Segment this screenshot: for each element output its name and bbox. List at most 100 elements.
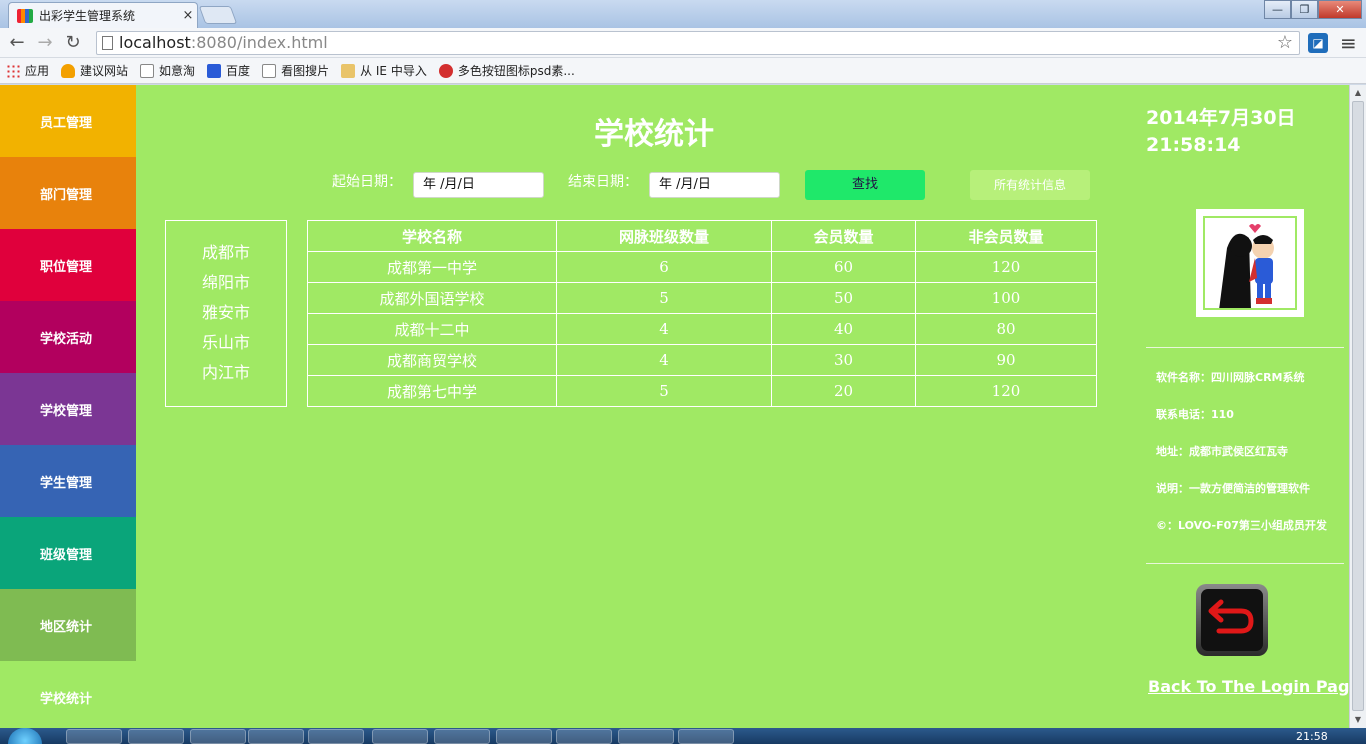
folder-icon [341,63,356,78]
taskbar-app[interactable] [678,729,734,744]
cell-school-name: 成都外国语学校 [307,282,557,314]
browser-tab[interactable]: 出彩学生管理系统 × [8,2,198,28]
table-row: 成都商贸学校 4 30 90 [307,344,1097,376]
bookmark-label: 应用 [25,64,50,78]
sidebar-item-label: 地区统计 [40,619,93,635]
browser-menu-icon[interactable]: ≡ [1340,31,1357,55]
taskbar-app[interactable] [128,729,184,744]
taskbar-app-chrome[interactable] [248,729,304,744]
taskbar-app[interactable] [496,729,552,744]
address-bar[interactable]: localhost:8080/index.html ☆ [96,31,1300,55]
sidebar-item-department[interactable]: 部门管理 [0,157,136,229]
cell-member-count: 40 [771,313,916,345]
bookmark-apps[interactable]: 应用 [6,62,49,79]
window-controls: — ❐ ✕ [1264,0,1362,19]
back-arrow-icon[interactable]: ← [6,32,28,54]
sidebar: 员工管理 部门管理 职位管理 学校活动 学校管理 学生管理 班级管理 地区统计 … [0,85,136,728]
table-row: 成都十二中 4 40 80 [307,313,1097,345]
taskbar-app[interactable] [372,729,428,744]
taskbar-app[interactable] [556,729,612,744]
city-item[interactable]: 绵阳市 [166,269,286,299]
sidebar-item-position[interactable]: 职位管理 [0,229,136,301]
cell-school-name: 成都第七中学 [307,375,557,407]
maximize-button[interactable]: ❐ [1291,0,1318,19]
bookmark-ie-import[interactable]: 从 IE 中导入 [341,62,427,79]
city-list: 成都市 绵阳市 雅安市 乐山市 内江市 [165,220,287,407]
table-row: 成都第七中学 5 20 120 [307,375,1097,407]
cell-member-count: 20 [771,375,916,407]
bookmark-ruyitao[interactable]: 如意淘 [140,62,195,79]
minimize-button[interactable]: — [1264,0,1291,19]
bookmark-star-icon[interactable]: ☆ [1277,32,1293,54]
info-phone: 联系电话：110 [1156,408,1234,421]
info-description: 说明：一款方便简洁的管理软件 [1156,482,1310,495]
os-taskbar: 21:58 [0,728,1366,744]
city-item[interactable]: 雅安市 [166,299,286,329]
start-date-label: 起始日期： [332,174,402,190]
taskbar-app[interactable] [190,729,246,744]
start-date-input[interactable]: 年 /月/日 [413,172,544,198]
taskbar-app[interactable] [434,729,490,744]
end-date-label: 结束日期： [568,174,638,190]
back-to-login-link[interactable]: Back To The Login Page [1148,677,1360,696]
city-item[interactable]: 内江市 [166,359,286,389]
new-tab-button[interactable] [198,6,238,24]
cell-class-count: 4 [556,344,772,376]
sidebar-item-label: 员工管理 [40,115,93,131]
sidebar-item-label: 班级管理 [40,547,93,563]
extension-icon[interactable]: ◪ [1308,33,1328,53]
taskbar-app[interactable] [308,729,364,744]
sidebar-item-label: 部门管理 [40,187,93,203]
bookmark-suggested[interactable]: 建议网站 [61,62,128,79]
paw-icon [207,63,222,78]
all-stats-button[interactable]: 所有统计信息 [970,170,1090,200]
sidebar-item-school-activity[interactable]: 学校活动 [0,301,136,373]
cell-nonmember-count: 120 [915,375,1097,407]
apps-icon [6,63,20,78]
city-item[interactable]: 成都市 [166,239,286,269]
scroll-thumb[interactable] [1352,101,1364,711]
bookmark-image-search[interactable]: 看图搜片 [262,62,329,79]
divider [1146,347,1344,348]
taskbar-clock: 21:58 [1296,730,1328,743]
scroll-up-arrow-icon[interactable]: ▲ [1352,87,1364,99]
bookmark-label: 建议网站 [80,64,129,78]
vertical-scrollbar[interactable]: ▲ ▼ [1349,85,1366,728]
browser-toolbar: ← → ↻ localhost:8080/index.html ☆ [0,28,1366,58]
close-window-button[interactable]: ✕ [1318,0,1362,19]
sidebar-item-class[interactable]: 班级管理 [0,517,136,589]
cartoon-kiss-icon [1219,224,1274,308]
cell-nonmember-count: 90 [915,344,1097,376]
sidebar-item-region-stats[interactable]: 地区统计 [0,589,136,661]
cell-school-name: 成都十二中 [307,313,557,345]
sidebar-item-student[interactable]: 学生管理 [0,445,136,517]
tab-close-icon[interactable]: × [179,8,197,23]
bookmark-label: 多色按钮图标psd素... [457,64,575,78]
cell-school-name: 成都第一中学 [307,251,557,283]
table-header-row: 学校名称 网脉班级数量 会员数量 非会员数量 [307,220,1097,252]
url-path: :8080/index.html [190,33,328,52]
sidebar-item-staff[interactable]: 员工管理 [0,85,136,157]
cell-member-count: 60 [771,251,916,283]
school-stats-table: 学校名称 网脉班级数量 会员数量 非会员数量 成都第一中学 6 60 120 成… [307,220,1097,407]
search-button[interactable]: 查找 [805,170,925,200]
cell-nonmember-count: 100 [915,282,1097,314]
reload-icon[interactable]: ↻ [62,32,84,54]
taskbar-app[interactable] [618,729,674,744]
end-date-input[interactable]: 年 /月/日 [649,172,780,198]
sidebar-item-school-management[interactable]: 学校管理 [0,373,136,445]
bookmark-psd-icons[interactable]: 多色按钮图标psd素... [438,62,575,79]
taskbar-app[interactable] [66,729,122,744]
clock: 2014年7月30日 21:58:14 [1146,105,1296,159]
start-button[interactable] [8,728,42,744]
bookmark-baidu[interactable]: 百度 [207,62,250,79]
scroll-down-arrow-icon[interactable]: ▼ [1352,714,1364,726]
avatar-picture [1203,216,1297,310]
avatar [1194,207,1306,319]
city-item[interactable]: 乐山市 [166,329,286,359]
back-button[interactable] [1196,584,1268,656]
forward-arrow-icon[interactable]: → [34,32,56,54]
cell-member-count: 30 [771,344,916,376]
sidebar-item-label: 职位管理 [40,259,93,275]
sidebar-item-school-stats[interactable]: 学校统计 [0,661,136,728]
